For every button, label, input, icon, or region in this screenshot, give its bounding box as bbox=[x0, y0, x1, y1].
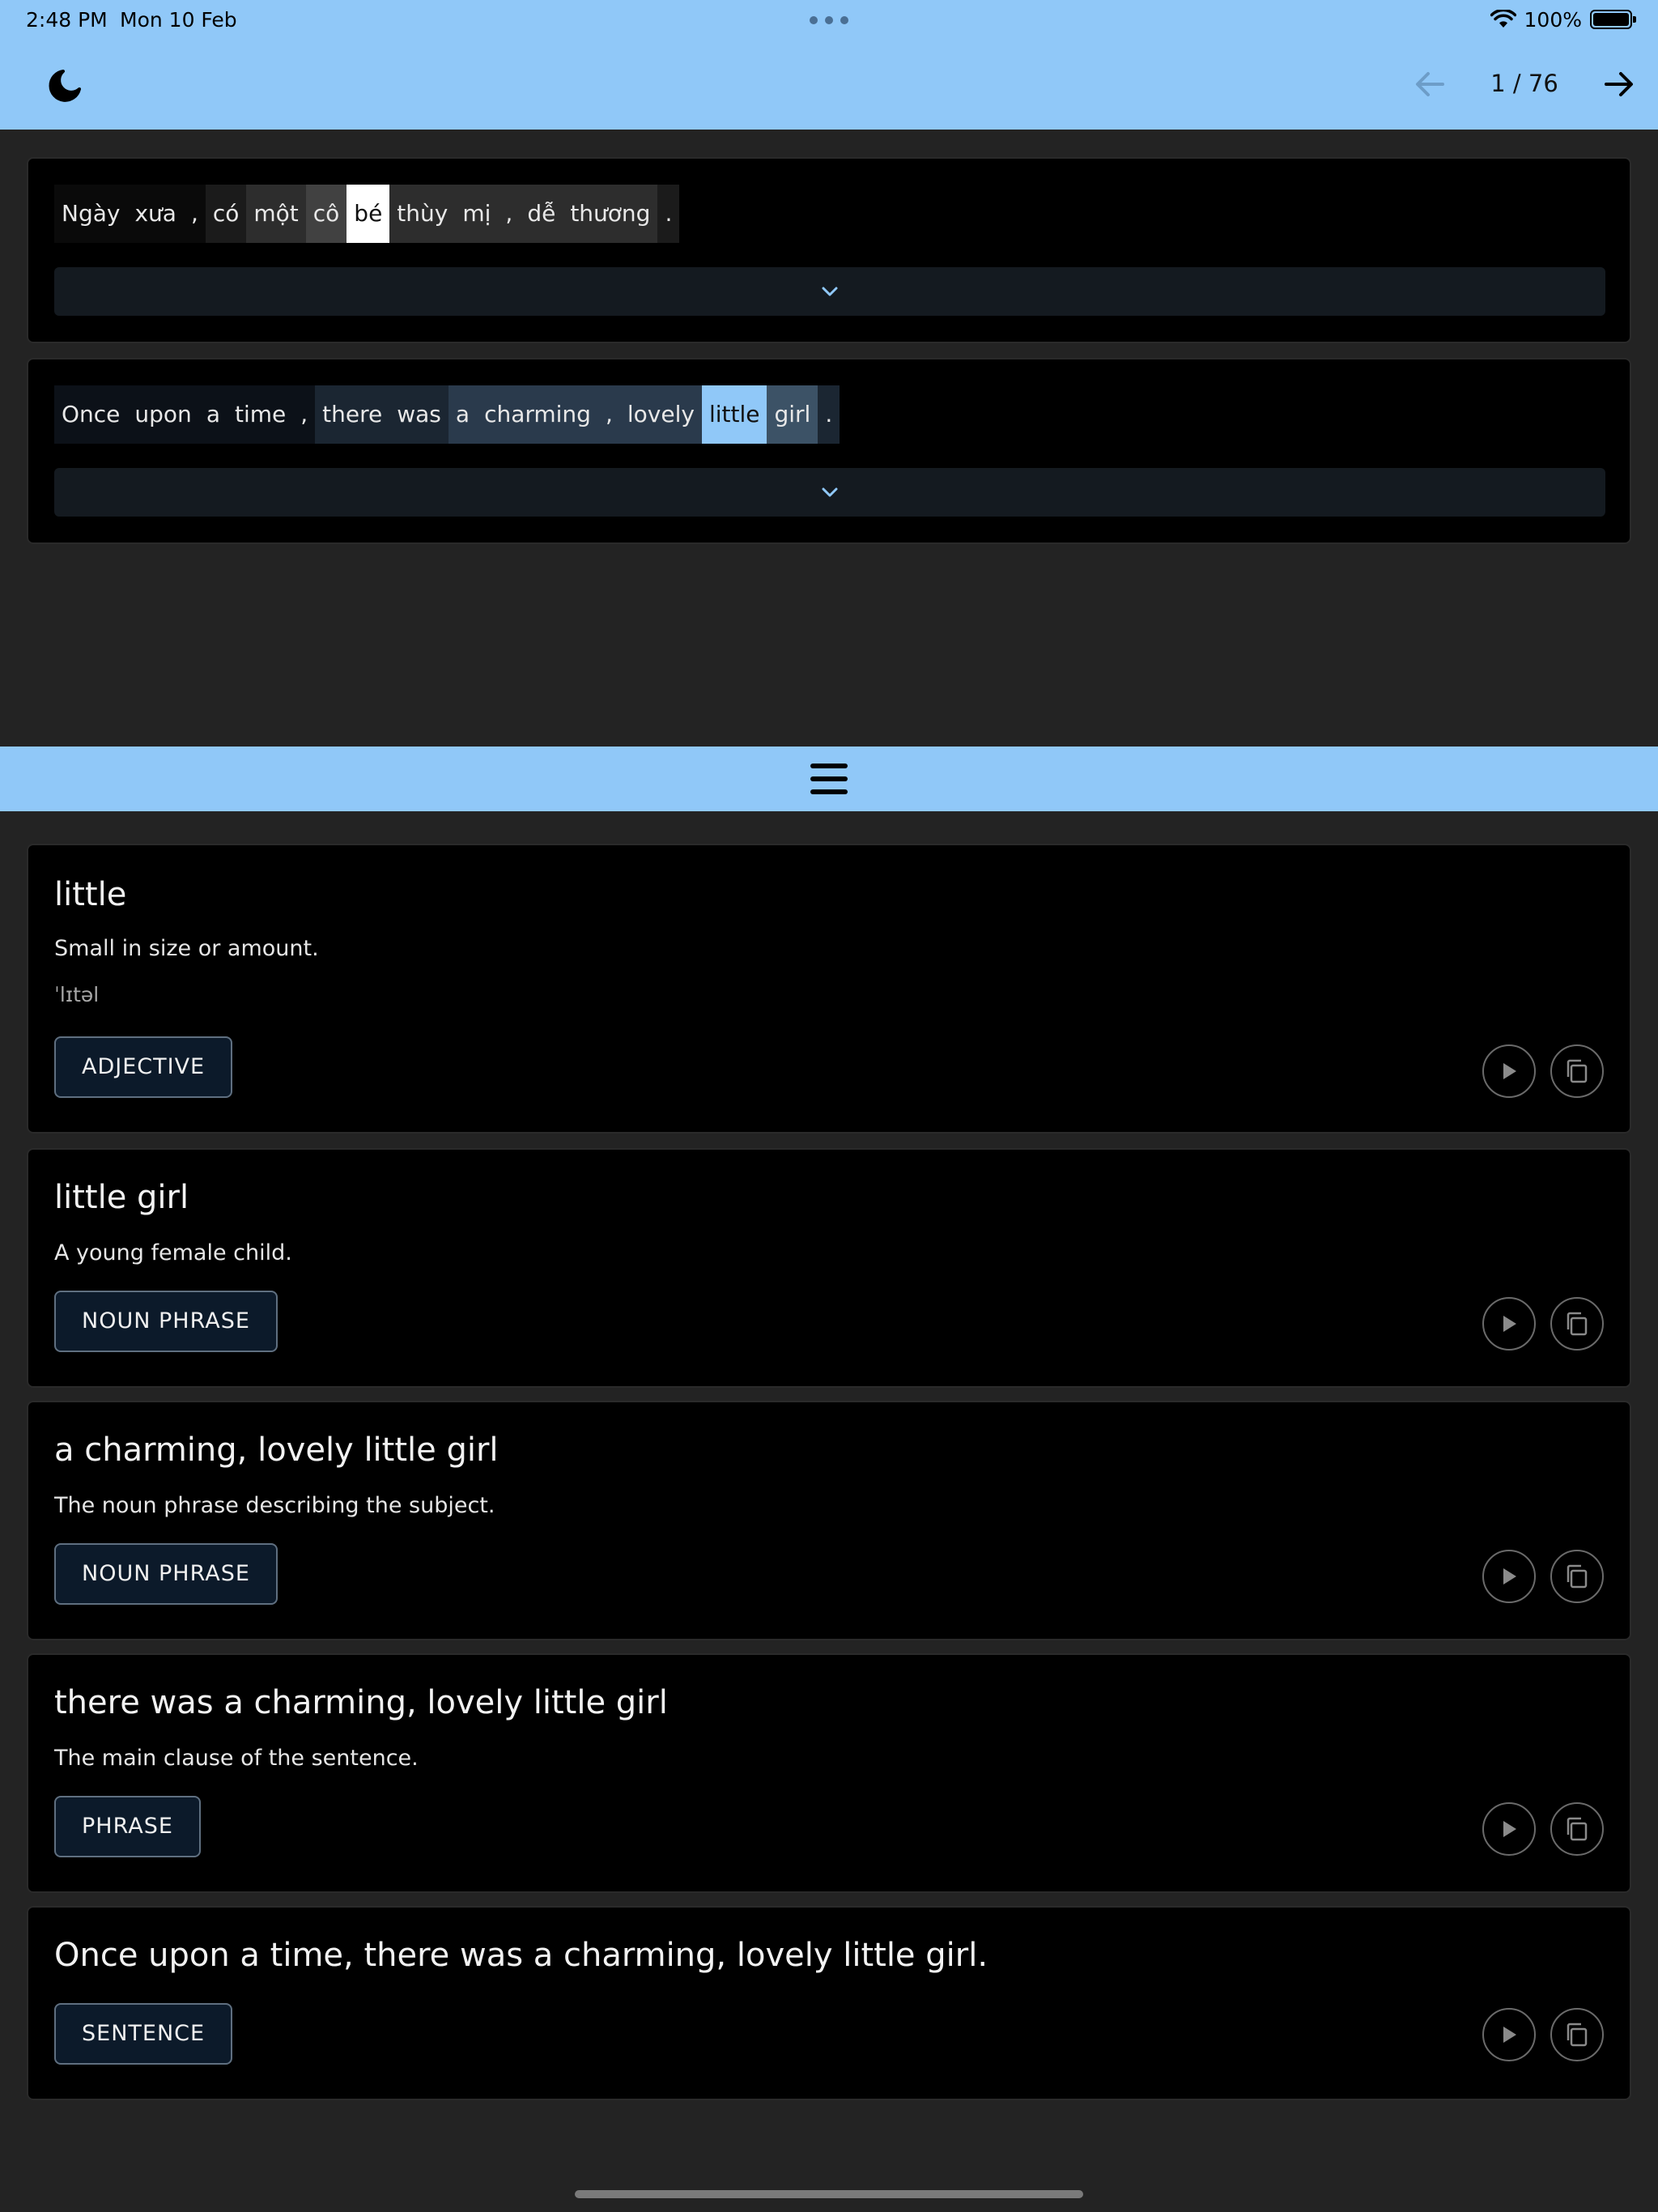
source-sentence-card: Ngày xưa, có một cô bé thùy mị, dễ thương. bbox=[27, 157, 1631, 343]
definition-description: The main clause of the sentence. bbox=[54, 1746, 419, 1771]
play-button[interactable] bbox=[1482, 2008, 1536, 2061]
sentence-token[interactable]: a bbox=[198, 385, 227, 444]
definition-card: there was a charming, lovely little girl… bbox=[27, 1653, 1631, 1893]
copy-icon bbox=[1567, 1817, 1588, 1841]
target-sentence-card: Once upon a time, there was a charming, lovely li… bbox=[27, 358, 1631, 544]
copy-icon bbox=[1567, 1059, 1588, 1083]
arrow-right-icon[interactable] bbox=[1601, 66, 1637, 102]
sentence-token[interactable]: một bbox=[246, 185, 306, 243]
copy-button[interactable] bbox=[1550, 1550, 1604, 1603]
multitasking-dots-icon[interactable] bbox=[810, 16, 848, 24]
menu-icon bbox=[810, 764, 848, 794]
battery-percent: 100% bbox=[1524, 7, 1582, 32]
definition-term: there was a charming, lovely little girl bbox=[54, 1684, 668, 1721]
target-expand-bar[interactable] bbox=[54, 468, 1605, 517]
status-time: 2:48 PM bbox=[26, 8, 108, 32]
page-counter: 1 / 76 bbox=[1490, 70, 1558, 97]
pos-badge[interactable]: PHRASE bbox=[54, 1796, 201, 1857]
definition-card: a charming, lovely little girl The noun … bbox=[27, 1401, 1631, 1640]
sentence-token[interactable]: thương bbox=[563, 185, 658, 243]
play-icon bbox=[1503, 1568, 1516, 1585]
pos-badge[interactable]: SENTENCE bbox=[54, 2003, 233, 2065]
sentence-token[interactable]: mị bbox=[455, 185, 499, 243]
sentence-token[interactable]: was bbox=[389, 385, 449, 444]
status-date: Mon 10 Feb bbox=[120, 8, 237, 32]
status-right: 100% bbox=[1490, 6, 1636, 32]
wifi-icon bbox=[1490, 10, 1516, 28]
copy-icon bbox=[1567, 1312, 1588, 1336]
sentence-token[interactable]: cô bbox=[305, 185, 347, 243]
sentence-token[interactable]: charming bbox=[477, 385, 598, 444]
sentence-token[interactable]: có bbox=[205, 185, 247, 243]
sentence-token[interactable]: bé bbox=[346, 185, 390, 243]
sentence-token[interactable]: . bbox=[818, 385, 840, 444]
play-button[interactable] bbox=[1482, 1044, 1536, 1098]
sentence-token[interactable]: xưa bbox=[127, 185, 184, 243]
definition-term: little bbox=[54, 876, 127, 913]
play-button[interactable] bbox=[1482, 1802, 1536, 1856]
sentence-token[interactable]: dễ bbox=[520, 185, 563, 243]
definition-description: The noun phrase describing the subject. bbox=[54, 1493, 495, 1518]
pos-badge[interactable]: NOUN PHRASE bbox=[54, 1291, 278, 1352]
sentence-token[interactable]: , bbox=[597, 385, 620, 444]
copy-button[interactable] bbox=[1550, 1044, 1604, 1098]
definition-description: Small in size or amount. bbox=[54, 936, 319, 961]
sentence-token[interactable]: lovely bbox=[619, 385, 702, 444]
sentence-token[interactable]: there bbox=[315, 385, 390, 444]
sentence-token[interactable]: Once bbox=[54, 385, 128, 444]
battery-icon bbox=[1590, 10, 1636, 29]
play-icon bbox=[1503, 1063, 1516, 1079]
pos-badge[interactable]: ADJECTIVE bbox=[54, 1036, 233, 1098]
sentence-token[interactable]: time bbox=[227, 385, 294, 444]
definition-card: little girl A young female child. NOUN P… bbox=[27, 1148, 1631, 1388]
target-token-row: Once upon a time, there was a charming, lovely li… bbox=[54, 385, 840, 444]
sentence-token[interactable]: a bbox=[448, 385, 478, 444]
definition-term: a charming, lovely little girl bbox=[54, 1431, 499, 1469]
definition-term: little girl bbox=[54, 1179, 189, 1216]
top-header: 2:48 PM Mon 10 Feb 100% 1 / 76 bbox=[0, 0, 1658, 130]
definition-description: A young female child. bbox=[54, 1240, 292, 1266]
play-button[interactable] bbox=[1482, 1550, 1536, 1603]
arrow-left-icon[interactable] bbox=[1412, 66, 1448, 102]
copy-button[interactable] bbox=[1550, 2008, 1604, 2061]
sentence-token[interactable]: little bbox=[701, 385, 767, 444]
play-button[interactable] bbox=[1482, 1297, 1536, 1351]
sentence-token[interactable]: upon bbox=[127, 385, 199, 444]
sentence-token[interactable]: , bbox=[498, 185, 521, 243]
panel-splitter[interactable] bbox=[0, 747, 1658, 811]
sentence-token[interactable]: Ngày bbox=[54, 185, 128, 243]
copy-icon bbox=[1567, 1564, 1588, 1589]
sentence-token[interactable]: . bbox=[657, 185, 680, 243]
definition-card: little Small in size or amount. ˈlɪtəl A… bbox=[27, 844, 1631, 1134]
sentence-token[interactable]: thùy bbox=[389, 185, 456, 243]
copy-button[interactable] bbox=[1550, 1802, 1604, 1856]
definition-term: Once upon a time, there was a charming, … bbox=[54, 1937, 988, 1974]
source-expand-bar[interactable] bbox=[54, 267, 1605, 316]
play-icon bbox=[1503, 1821, 1516, 1837]
copy-button[interactable] bbox=[1550, 1297, 1604, 1351]
definition-phonetic: ˈlɪtəl bbox=[54, 983, 100, 1006]
pos-badge[interactable]: NOUN PHRASE bbox=[54, 1543, 278, 1605]
chevron-down-icon bbox=[822, 287, 838, 296]
moon-icon[interactable] bbox=[45, 66, 84, 105]
sentence-token[interactable]: , bbox=[293, 385, 316, 444]
chevron-down-icon bbox=[822, 487, 838, 497]
source-token-row: Ngày xưa, có một cô bé thùy mị, dễ thương. bbox=[54, 185, 680, 243]
definition-card: Once upon a time, there was a charming, … bbox=[27, 1906, 1631, 2100]
home-indicator[interactable] bbox=[575, 2190, 1083, 2198]
play-icon bbox=[1503, 1316, 1516, 1332]
sentence-token[interactable]: girl bbox=[767, 385, 818, 444]
play-icon bbox=[1503, 2027, 1516, 2043]
copy-icon bbox=[1567, 2023, 1588, 2047]
sentence-token[interactable]: , bbox=[183, 185, 206, 243]
